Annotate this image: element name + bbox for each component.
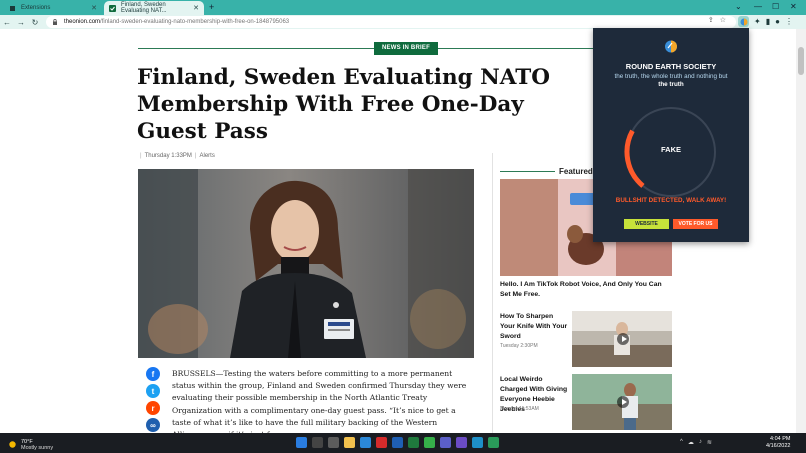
close-icon[interactable]: ✕ [91,4,97,12]
facebook-share-icon[interactable]: f [146,367,160,381]
featured-video-title[interactable]: Hello. I Am TikTok Robot Voice, And Only… [500,280,672,300]
article-category[interactable]: Alerts [199,153,214,159]
extension-subtitle-bold: the truth [658,81,684,88]
store-icon[interactable] [472,437,483,448]
lock-icon [52,19,58,25]
video-card-thumbnail[interactable] [572,311,672,367]
extensions-puzzle-icon[interactable]: ✦ [754,17,761,26]
vote-button[interactable]: VOTE FOR US [673,219,718,229]
side-panel-icon[interactable]: ▮ [766,17,770,26]
article-body: BRUSSELS—Testing the waters before commi… [172,369,467,433]
mail-icon[interactable] [360,437,371,448]
profile-icon[interactable]: ● [775,17,780,26]
gauge-verdict-label: FAKE [660,145,681,154]
clock-time: 4:04 PM [769,436,791,442]
extension-toolbar: ✦ ▮ ● ⋮ [738,16,793,27]
video-card-title[interactable]: How To Sharpen Your Knife With Your Swor… [500,312,568,342]
forward-icon[interactable]: → [14,18,28,27]
section-rule [138,48,596,49]
verdict-message: BULLSHIT DETECTED, WALK AWAY! [615,197,727,204]
speaker-icon[interactable]: ♪ [699,439,702,446]
close-window-icon[interactable]: ✕ [790,2,797,11]
url-path: /finland-sweden-evaluating-nato-membersh… [100,19,290,25]
column-divider [492,153,493,433]
file-explorer-icon[interactable] [344,437,355,448]
minimize-icon[interactable]: — [754,2,762,11]
video-card-thumbnail[interactable] [572,374,672,430]
share-icon[interactable]: ⇪ [708,16,714,24]
browser-toolbar: ← → ↻ theonion.com /finland-sweden-evalu… [0,15,806,29]
opera-icon[interactable] [376,437,387,448]
reload-icon[interactable]: ↻ [28,18,42,27]
extension-popup: ROUND EARTH SOCIETY the truth, the whole… [593,28,749,242]
scrollbar-thumb[interactable] [798,47,804,75]
twitter-share-icon[interactable]: t [146,384,160,398]
start-icon[interactable] [296,437,307,448]
close-icon[interactable]: ✕ [193,4,199,12]
chevron-up-icon[interactable]: ^ [680,439,683,446]
reddit-share-icon[interactable]: r [146,401,160,415]
chevron-down-icon[interactable]: ⌄ [735,2,742,11]
extension-title: ROUND EARTH SOCIETY [625,62,717,71]
tab-article[interactable]: Finland, Sweden Evaluating NAT... ✕ [104,1,204,15]
tab-label: Extensions [21,5,51,11]
article-headline: Finland, Sweden Evaluating NATO Membersh… [137,65,551,144]
onenote-icon[interactable] [456,437,467,448]
round-earth-extension-icon[interactable] [738,16,749,27]
puzzle-icon [9,5,16,12]
article-meta: | Thursday 1:33PM | Alerts [140,153,215,159]
cloud-icon[interactable]: ☁ [688,439,694,446]
address-bar-actions: ⇪ ☆ [708,16,726,24]
back-icon[interactable]: ← [0,18,14,27]
video-card-date: Tuesday 2:30PM [500,343,538,349]
whatsapp-icon[interactable] [424,437,435,448]
link-share-icon[interactable]: ∞ [146,418,160,432]
clock-date: 4/16/2022 [766,443,791,449]
new-tab-button[interactable]: + [209,2,214,12]
weather-widget[interactable]: 70°F Mostly sunny [8,436,53,453]
hero-photo [138,169,474,358]
tab-strip: Extensions ✕ Finland, Sweden Evaluating … [0,0,806,15]
word-icon[interactable] [392,437,403,448]
onion-favicon-icon [109,4,116,12]
search-icon[interactable] [312,437,323,448]
chrome-icon[interactable] [488,437,499,448]
url-host: theonion.com [64,19,101,25]
play-icon[interactable] [617,333,629,345]
menu-dots-icon[interactable]: ⋮ [785,17,793,26]
bookmark-star-icon[interactable]: ☆ [720,16,726,24]
featured-rule [500,171,555,172]
taskbar-apps [296,437,499,448]
tab-label: Finland, Sweden Evaluating NAT... [121,2,167,14]
play-icon[interactable] [617,396,629,408]
sun-icon [8,436,17,453]
section-badge[interactable]: NEWS IN BRIEF [374,42,438,55]
windows-taskbar: 70°F Mostly sunny ^ ☁ ♪ ≋ 4:04 PM 4/16/2… [0,433,806,453]
taskbar-clock[interactable]: 4:04 PM 4/16/2022 [766,436,790,450]
maximize-icon[interactable]: ☐ [772,2,779,11]
page-scrollbar[interactable] [796,29,806,433]
website-button[interactable]: WEBSITE [624,219,669,229]
excel-icon[interactable] [408,437,419,448]
article-date: Thursday 1:33PM [144,153,192,159]
screen: Extensions ✕ Finland, Sweden Evaluating … [0,0,806,453]
teams-icon[interactable] [440,437,451,448]
weather-description: Mostly sunny [21,445,54,451]
wifi-icon[interactable]: ≋ [707,439,712,446]
video-card-date: Monday 11:53AM [500,406,539,412]
extension-subtitle: the truth, the whole truth and nothing b… [614,73,728,80]
address-bar[interactable]: theonion.com /finland-sweden-evaluating-… [46,16,736,28]
task-view-icon[interactable] [328,437,339,448]
tab-extensions[interactable]: Extensions ✕ [4,1,102,15]
system-tray: ^ ☁ ♪ ≋ [680,439,712,446]
round-earth-logo-icon [665,40,677,58]
